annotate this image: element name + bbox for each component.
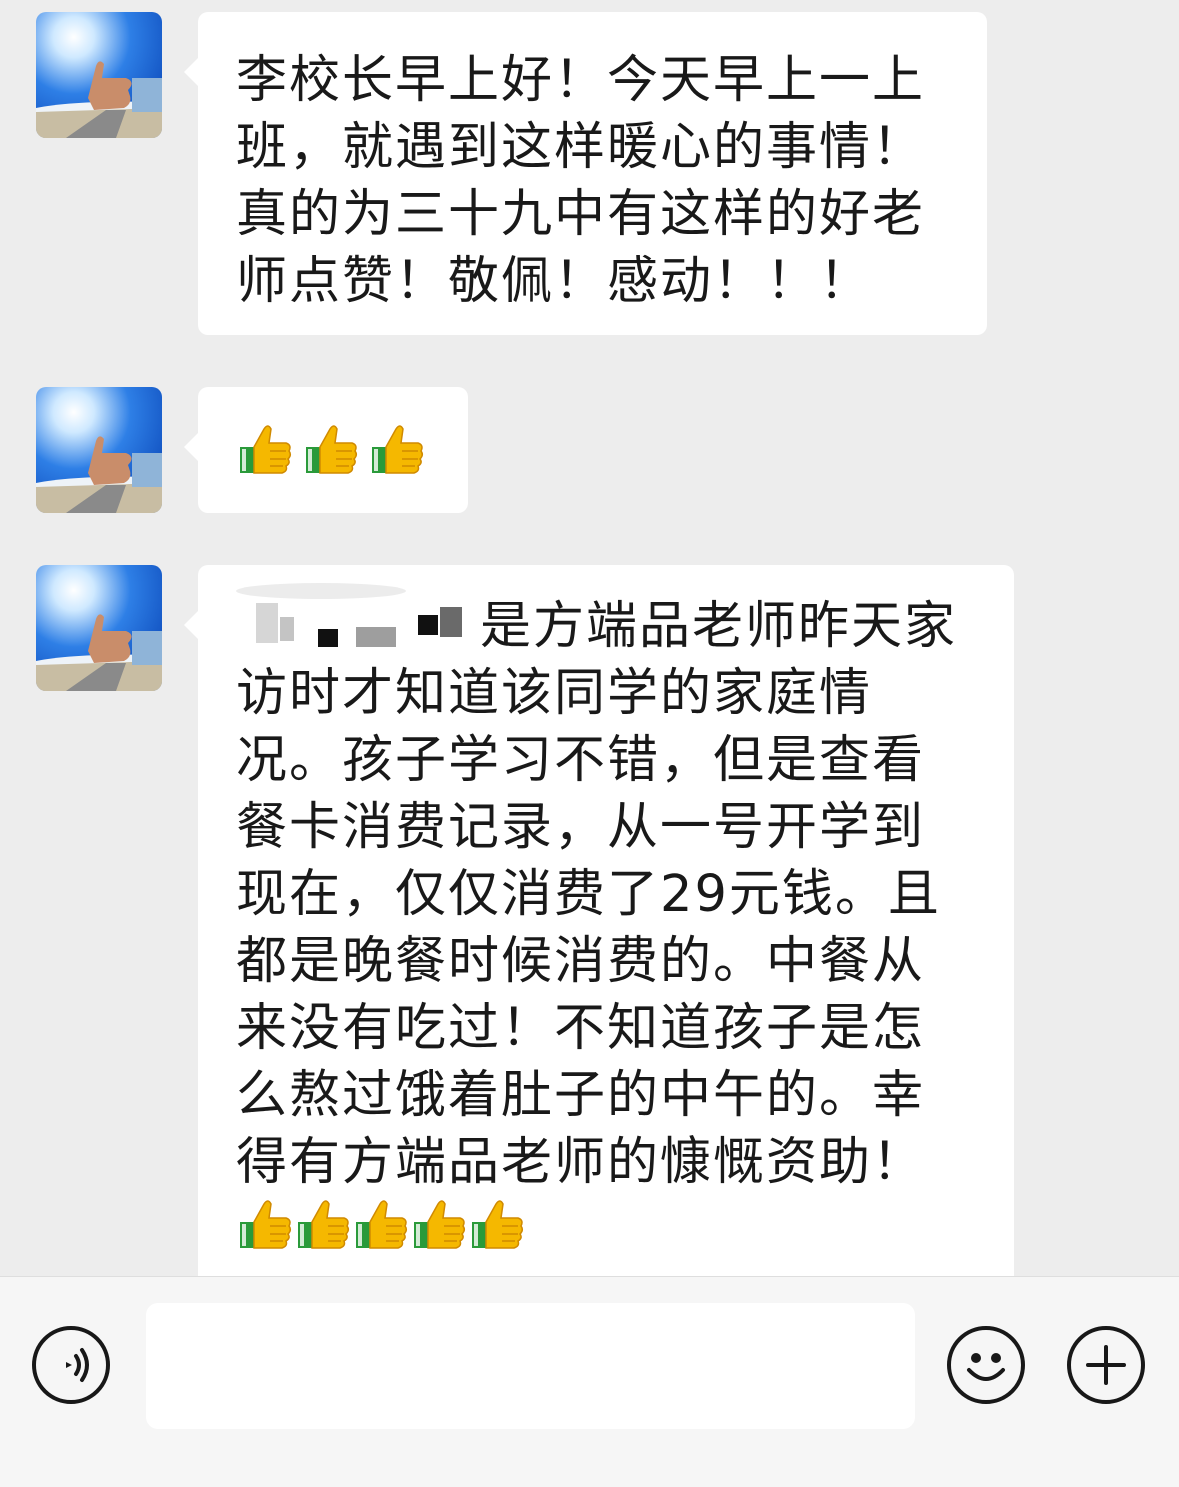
thumbs-up-icon [468,1196,526,1254]
avatar[interactable] [36,565,162,691]
emoji-button[interactable] [947,1326,1025,1404]
chat-area: 李校长早上好！今天早上一上班，就遇到这样暖心的事情！真的为三十九中有这样的好老师… [0,0,1179,1276]
thumbs-up-icon [302,421,360,479]
message-bubble[interactable]: 李校长早上好！今天早上一上班，就遇到这样暖心的事情！真的为三十九中有这样的好老师… [184,12,987,335]
thumbs-up-icon [368,421,426,479]
message-bubble[interactable]: 是方端品老师昨天家访时才知道该同学的家庭情况。孩子学习不错，但是查看餐卡消费记录… [184,565,1014,1276]
emoji-icon [967,1353,1005,1381]
thumbs-up-icon [236,1196,294,1254]
thumbs-up-icon [352,1196,410,1254]
thumbs-up-icon [236,421,294,479]
redacted-name [236,583,480,649]
message-input[interactable] [146,1303,915,1429]
input-bar [0,1276,1179,1487]
thumbs-up-sky-avatar-icon [36,12,162,138]
voice-icon [66,1348,89,1382]
thumbs-up-icon [294,1196,352,1254]
emoji-row [236,421,430,479]
avatar[interactable] [36,387,162,513]
avatar[interactable] [36,12,162,138]
message-text-body: 是方端品老师昨天家访时才知道该同学的家庭情况。孩子学习不错，但是查看餐卡消费记录… [236,597,958,1192]
message-bubble[interactable] [184,387,468,513]
thumbs-up-sky-avatar-icon [36,387,162,513]
voice-button[interactable] [32,1326,110,1404]
message-text: 是方端品老师昨天家访时才知道该同学的家庭情况。孩子学习不错，但是查看餐卡消费记录… [236,583,976,1265]
thumbs-up-icon [410,1196,468,1254]
plus-button[interactable] [1067,1326,1145,1404]
message-text: 李校长早上好！今天早上一上班，就遇到这样暖心的事情！真的为三十九中有这样的好老师… [236,51,926,311]
thumbs-up-sky-avatar-icon [36,565,162,691]
plus-icon [1086,1345,1126,1385]
